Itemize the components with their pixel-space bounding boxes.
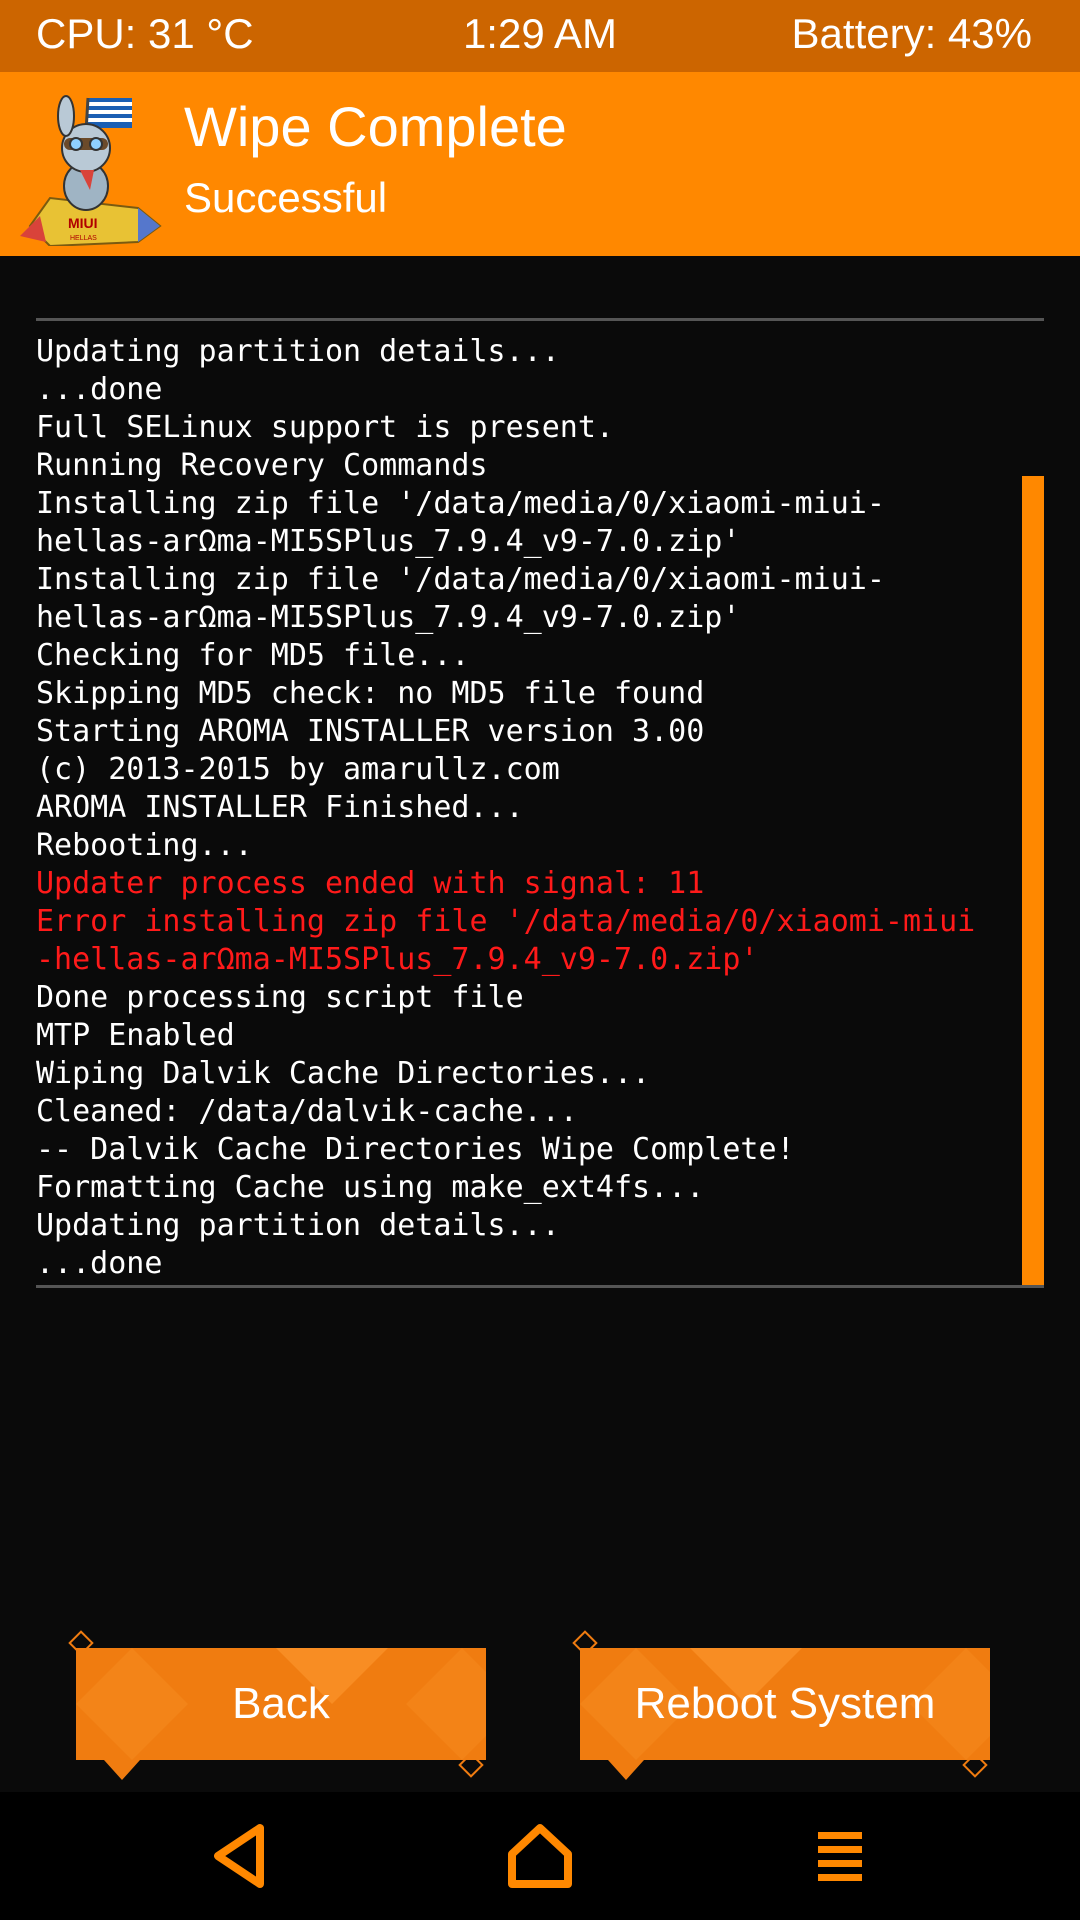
console-scrollbar[interactable]: [1022, 476, 1044, 1285]
status-bar: CPU: 31 °C 1:29 AM Battery: 43%: [0, 0, 1080, 72]
console-line: ...done: [36, 1246, 163, 1281]
console-line: Cleaned: /data/dalvik-cache...: [36, 1094, 578, 1129]
back-button[interactable]: Back: [68, 1630, 486, 1780]
button-corner-mark: [962, 1752, 988, 1778]
home-icon[interactable]: [500, 1816, 580, 1896]
console-line: hellas-arΩma-MI5SPlus_7.9.4_v9-7.0.zip': [36, 600, 741, 635]
console-line: Starting AROMA INSTALLER version 3.00: [36, 714, 705, 749]
console-line: Rebooting...: [36, 828, 253, 863]
back-button-label: Back: [232, 1679, 330, 1728]
console-line: Full SELinux support is present.: [36, 410, 614, 445]
console-line: -- Dalvik Cache Directories Wipe Complet…: [36, 1132, 795, 1167]
console-line: ...done: [36, 372, 163, 407]
header: MIUI HELLAS Wipe Complete Successful: [0, 72, 1080, 256]
console-line: hellas-arΩma-MI5SPlus_7.9.4_v9-7.0.zip': [36, 524, 741, 559]
console-error-line: Error installing zip file '/data/media/0…: [36, 904, 976, 939]
page-title: Wipe Complete: [184, 95, 567, 158]
button-corner-mark: [572, 1630, 598, 1656]
console-line: Running Recovery Commands: [36, 448, 488, 483]
back-icon[interactable]: [202, 1816, 282, 1896]
console-error-line: Updater process ended with signal: 11: [36, 866, 705, 901]
navigation-bar: [0, 1792, 1080, 1920]
console-line: Formatting Cache using make_ext4fs...: [36, 1170, 705, 1205]
miui-hellas-logo-icon: MIUI HELLAS: [20, 95, 162, 246]
console-line: Wiping Dalvik Cache Directories...: [36, 1056, 651, 1091]
console-line: Installing zip file '/data/media/0/xiaom…: [36, 562, 885, 597]
button-corner-mark: [458, 1752, 484, 1778]
console-line: (c) 2013-2015 by amarullz.com: [36, 752, 560, 787]
button-notch: [608, 1760, 644, 1780]
page-subtitle: Successful: [184, 174, 388, 221]
console-log[interactable]: Updating partition details... ...done Full…: [36, 318, 1044, 1288]
battery-level: Battery: 43%: [791, 10, 1032, 57]
menu-icon[interactable]: [800, 1816, 880, 1896]
console-error-line: -hellas-arΩma-MI5SPlus_7.9.4_v9-7.0.zip': [36, 942, 759, 977]
reboot-system-button[interactable]: Reboot System: [572, 1630, 990, 1780]
console-line: MTP Enabled: [36, 1018, 235, 1053]
console-line: Checking for MD5 file...: [36, 638, 470, 673]
svg-text:HELLAS: HELLAS: [70, 235, 97, 242]
reboot-system-button-label: Reboot System: [634, 1679, 936, 1728]
svg-text:MIUI: MIUI: [68, 215, 98, 231]
button-notch: [104, 1760, 140, 1780]
button-corner-mark: [68, 1630, 94, 1656]
twrp-screen: CPU: 31 °C 1:29 AM Battery: 43% MIUI HEL…: [0, 0, 1080, 1920]
console-line: AROMA INSTALLER Finished...: [36, 790, 524, 825]
console-line: Updating partition details...: [36, 334, 560, 369]
console-line: Updating partition details...: [36, 1208, 560, 1243]
console-line: Skipping MD5 check: no MD5 file found: [36, 676, 705, 711]
console-line: Done processing script file: [36, 980, 524, 1015]
console-line: Installing zip file '/data/media/0/xiaom…: [36, 486, 885, 521]
console-lines: Updating partition details... ...done Full…: [36, 333, 1026, 1283]
